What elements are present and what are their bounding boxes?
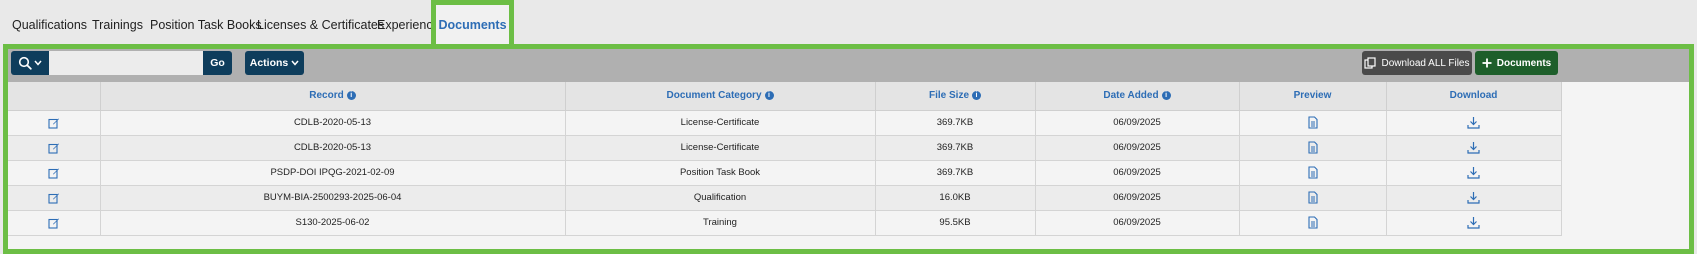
copy-documents-icon bbox=[1364, 57, 1377, 69]
category-cell: Training bbox=[565, 210, 876, 236]
tab-position-task-books[interactable]: Position Task Books bbox=[150, 0, 262, 44]
category-cell: Qualification bbox=[565, 185, 876, 211]
documents-table: Record i Document Category i File Size i Da… bbox=[8, 82, 1562, 236]
chevron-down-icon bbox=[291, 60, 299, 66]
download-cell bbox=[1386, 185, 1562, 211]
chevron-down-icon bbox=[34, 60, 42, 66]
preview-column-header: Preview bbox=[1239, 82, 1387, 111]
table-row: S130-2025-06-02 Training 95.5KB 06/09/20… bbox=[8, 210, 1562, 236]
category-cell: License-Certificate bbox=[565, 135, 876, 161]
date-added-cell: 06/09/2025 bbox=[1035, 135, 1240, 161]
download-cell bbox=[1386, 160, 1562, 186]
actions-dropdown-button[interactable]: Actions bbox=[245, 51, 304, 75]
category-cell: License-Certificate bbox=[565, 110, 876, 136]
download-icon[interactable] bbox=[1467, 141, 1480, 154]
search-input[interactable] bbox=[49, 51, 203, 75]
preview-cell bbox=[1239, 110, 1387, 136]
date-added-cell: 06/09/2025 bbox=[1035, 185, 1240, 211]
actions-label: Actions bbox=[249, 57, 289, 69]
edit-column-header bbox=[8, 82, 101, 111]
download-cell bbox=[1386, 210, 1562, 236]
download-icon[interactable] bbox=[1467, 191, 1480, 204]
download-icon[interactable] bbox=[1467, 166, 1480, 179]
date-added-cell: 06/09/2025 bbox=[1035, 160, 1240, 186]
info-icon[interactable]: i bbox=[346, 91, 356, 101]
edit-cell bbox=[8, 110, 101, 136]
document-preview-icon[interactable] bbox=[1307, 116, 1318, 129]
plus-icon bbox=[1482, 58, 1492, 68]
file-size-cell: 369.7KB bbox=[875, 160, 1036, 186]
download-column-header: Download bbox=[1386, 82, 1562, 111]
table-header-row: Record i Document Category i File Size i Da… bbox=[8, 82, 1562, 111]
edit-cell bbox=[8, 210, 101, 236]
edit-cell bbox=[8, 185, 101, 211]
table-row: BUYM-BIA-2500293-2025-06-04 Qualificatio… bbox=[8, 185, 1562, 211]
documents-panel: Go Actions Download ALL Files Documents … bbox=[3, 44, 1694, 254]
document-preview-icon[interactable] bbox=[1307, 191, 1318, 204]
add-documents-label: Documents bbox=[1496, 57, 1552, 69]
table-row: CDLB-2020-05-13 License-Certificate 369.… bbox=[8, 110, 1562, 136]
documents-toolbar: Go Actions Download ALL Files Documents bbox=[8, 49, 1689, 82]
download-cell bbox=[1386, 110, 1562, 136]
info-icon[interactable]: i bbox=[764, 91, 774, 101]
download-icon[interactable] bbox=[1467, 116, 1480, 129]
document-category-column-header[interactable]: Document Category i bbox=[565, 82, 876, 111]
table-row: PSDP-DOI IPQG-2021-02-09 Position Task B… bbox=[8, 160, 1562, 186]
file-size-cell: 369.7KB bbox=[875, 135, 1036, 161]
search-options-button[interactable] bbox=[11, 51, 49, 75]
file-size-column-header[interactable]: File Size i bbox=[875, 82, 1036, 111]
go-button[interactable]: Go bbox=[203, 51, 232, 75]
download-icon[interactable] bbox=[1467, 216, 1480, 229]
info-icon[interactable]: i bbox=[972, 91, 981, 101]
document-preview-icon[interactable] bbox=[1307, 216, 1318, 229]
download-all-label: Download ALL Files bbox=[1381, 57, 1470, 69]
document-preview-icon[interactable] bbox=[1307, 166, 1318, 179]
date-added-cell: 06/09/2025 bbox=[1035, 210, 1240, 236]
preview-cell bbox=[1239, 210, 1387, 236]
category-cell: Position Task Book bbox=[565, 160, 876, 186]
date-added-column-header[interactable]: Date Added i bbox=[1035, 82, 1240, 111]
preview-cell bbox=[1239, 160, 1387, 186]
edit-icon[interactable] bbox=[48, 142, 60, 154]
add-documents-button[interactable]: Documents bbox=[1475, 51, 1558, 75]
file-size-cell: 95.5KB bbox=[875, 210, 1036, 236]
edit-cell bbox=[8, 135, 101, 161]
tab-bar: Qualifications Trainings Position Task B… bbox=[0, 0, 1697, 44]
tab-licenses-certificates[interactable]: Licenses & Certificates bbox=[257, 0, 384, 44]
record-cell: S130-2025-06-02 bbox=[100, 210, 566, 236]
search-icon bbox=[18, 56, 32, 70]
edit-icon[interactable] bbox=[48, 217, 60, 229]
document-preview-icon[interactable] bbox=[1307, 141, 1318, 154]
file-size-cell: 16.0KB bbox=[875, 185, 1036, 211]
record-cell: CDLB-2020-05-13 bbox=[100, 135, 566, 161]
record-cell: BUYM-BIA-2500293-2025-06-04 bbox=[100, 185, 566, 211]
tab-documents[interactable]: Documents bbox=[431, 0, 514, 44]
edit-cell bbox=[8, 160, 101, 186]
download-cell bbox=[1386, 135, 1562, 161]
record-cell: CDLB-2020-05-13 bbox=[100, 110, 566, 136]
edit-icon[interactable] bbox=[48, 167, 60, 179]
preview-cell bbox=[1239, 135, 1387, 161]
download-all-files-button[interactable]: Download ALL Files bbox=[1362, 51, 1472, 75]
preview-cell bbox=[1239, 185, 1387, 211]
file-size-cell: 369.7KB bbox=[875, 110, 1036, 136]
table-row: CDLB-2020-05-13 License-Certificate 369.… bbox=[8, 135, 1562, 161]
edit-icon[interactable] bbox=[48, 117, 60, 129]
date-added-cell: 06/09/2025 bbox=[1035, 110, 1240, 136]
edit-icon[interactable] bbox=[48, 192, 60, 204]
info-icon[interactable]: i bbox=[1161, 91, 1171, 101]
record-cell: PSDP-DOI IPQG-2021-02-09 bbox=[100, 160, 566, 186]
tab-qualifications[interactable]: Qualifications bbox=[12, 0, 87, 44]
tab-trainings[interactable]: Trainings bbox=[92, 0, 143, 44]
record-column-header[interactable]: Record i bbox=[100, 82, 566, 111]
